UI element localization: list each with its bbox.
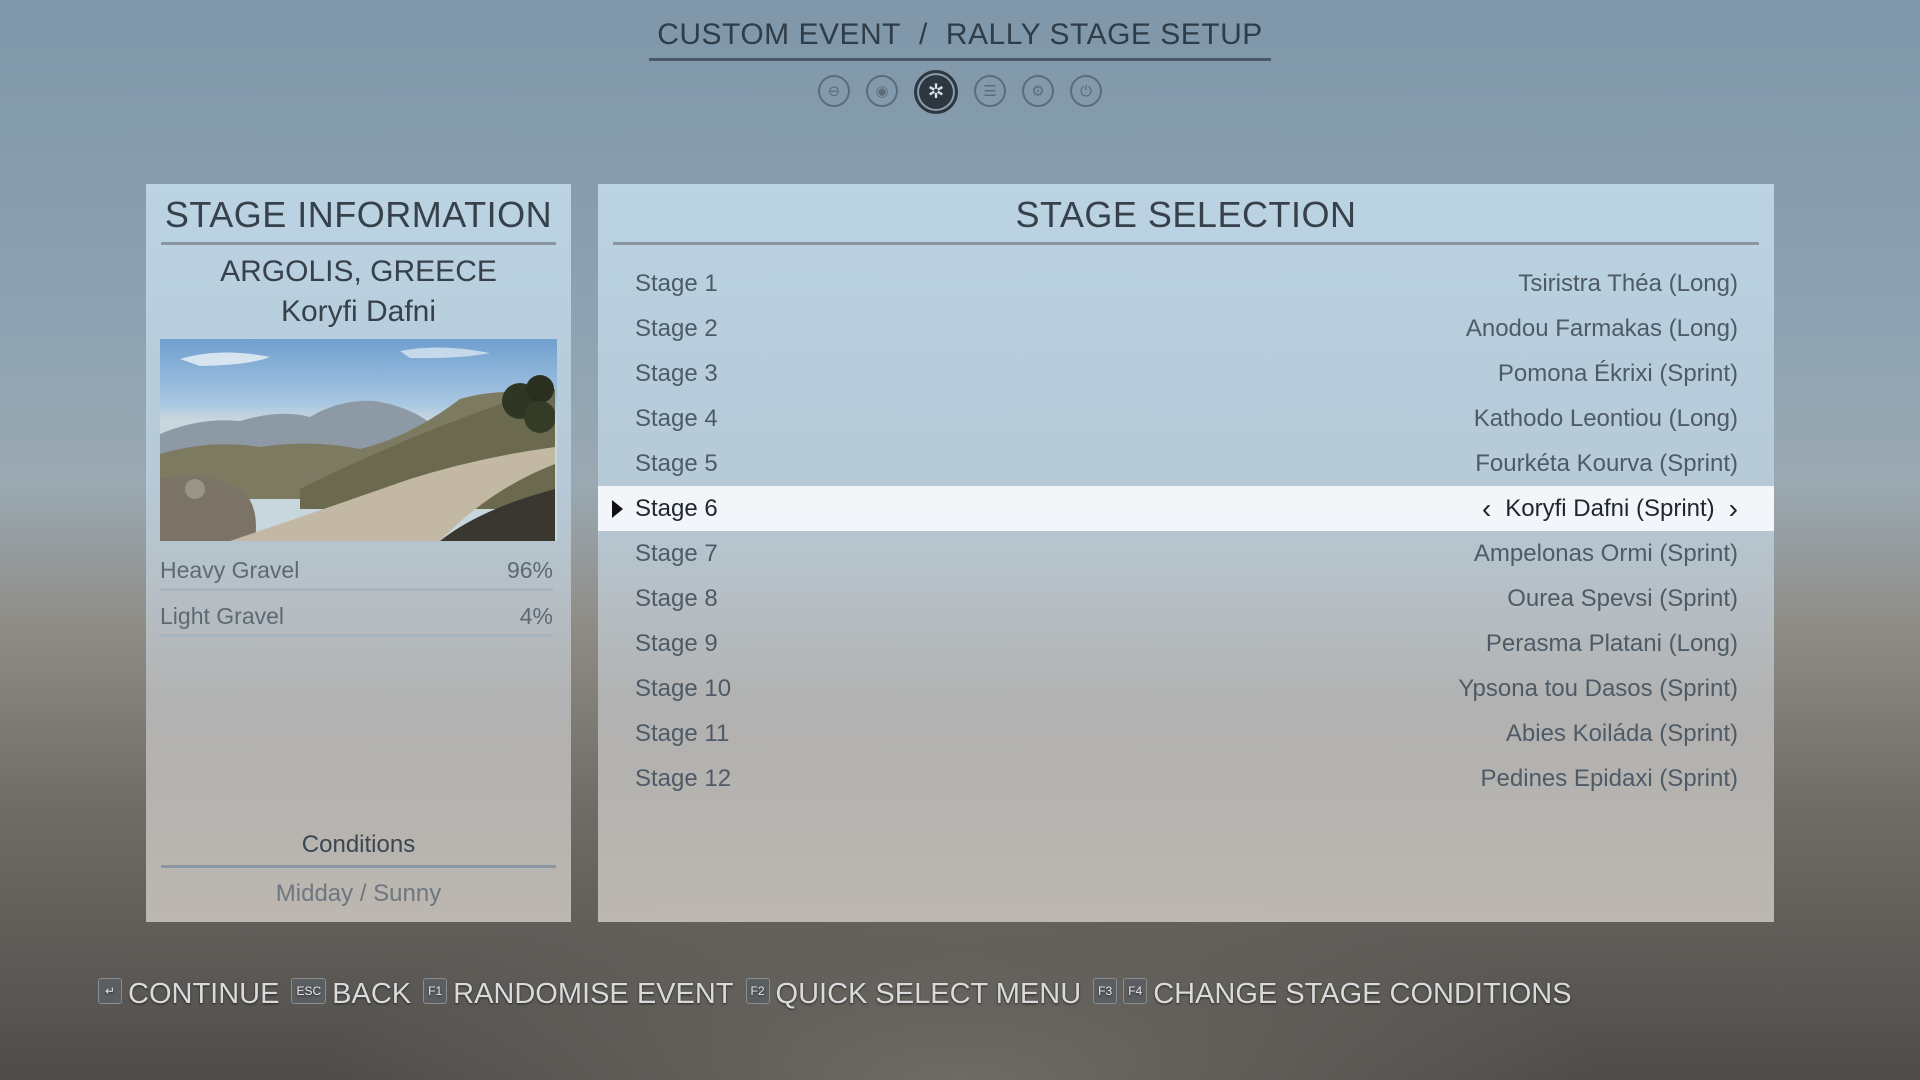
- prompt-label: QUICK SELECT MENU: [775, 978, 1082, 1010]
- footer-prompts: ↵ CONTINUE Esc BACK F1 RANDOMISE EVENT F2 QUICK…: [98, 977, 1584, 1011]
- prompt-label: CHANGE STAGE CONDITIONS: [1153, 978, 1572, 1010]
- stage-route-value: Ypsona tou Dasos (Sprint): [1458, 675, 1738, 703]
- stage-row[interactable]: Stage 4 Kathodo Leontiou (Long): [598, 396, 1774, 441]
- prompt-label: BACK: [332, 978, 412, 1010]
- stage-route-name: Koryfi Dafni (Sprint): [1505, 494, 1715, 522]
- chevron-right-icon[interactable]: ›: [1729, 494, 1738, 523]
- stage-list: Stage 1 Tsiristra Théa (Long) Stage 2 Anodo…: [598, 261, 1774, 801]
- stage-route-value[interactable]: ‹ Koryfi Dafni (Sprint) ›: [1482, 494, 1738, 523]
- title-left: CUSTOM EVENT: [657, 18, 902, 51]
- stage-row[interactable]: Stage 3 Pomona Ékrixi (Sprint): [598, 351, 1774, 396]
- stage-route-value: Kathodo Leontiou (Long): [1474, 405, 1738, 433]
- conditions-section: Conditions Midday / Sunny: [161, 831, 556, 908]
- stage-route-value: Ourea Spevsi (Sprint): [1507, 585, 1738, 613]
- surface-value: 4%: [519, 603, 553, 629]
- stage-route-value: Abies Koiláda (Sprint): [1506, 720, 1738, 748]
- stage-number: Stage 11: [635, 719, 730, 747]
- stage-route-name: Pedines Epidaxi (Sprint): [1480, 764, 1738, 792]
- stage-row[interactable]: Stage 5 Fourkéta Kourva (Sprint): [598, 441, 1774, 486]
- stage-number: Stage 9: [635, 629, 718, 657]
- stage-route-name: Anodou Farmakas (Long): [1465, 314, 1738, 342]
- stage-route-name: Fourkéta Kourva (Sprint): [1475, 449, 1738, 477]
- stage-route-value: Pomona Ékrixi (Sprint): [1498, 360, 1738, 388]
- stage-name: Koryfi Dafni: [280, 295, 437, 328]
- stage-row[interactable]: Stage 6 ‹ Koryfi Dafni (Sprint) ›: [598, 486, 1774, 531]
- stage-information-heading: STAGE INFORMATION: [161, 194, 556, 245]
- stage-preview-image: [160, 339, 557, 541]
- stage-row[interactable]: Stage 2 Anodou Farmakas (Long): [598, 306, 1774, 351]
- stage-row[interactable]: Stage 11 Abies Koiláda (Sprint): [598, 711, 1774, 756]
- prompt-quick-select-menu[interactable]: F2 QUICK SELECT MENU: [745, 977, 1082, 1011]
- stage-route-value: Anodou Farmakas (Long): [1466, 315, 1738, 343]
- key-icon: F2: [745, 977, 770, 1004]
- stage-route-value: Pedines Epidaxi (Sprint): [1481, 765, 1738, 793]
- stage-number: Stage 6: [635, 494, 718, 522]
- engine-icon[interactable]: ◉: [866, 75, 898, 107]
- car-icon[interactable]: ⊖: [818, 75, 850, 107]
- prompt-label: RANDOMISE EVENT: [453, 978, 734, 1010]
- stage-number: Stage 3: [635, 359, 718, 387]
- stage-route-name: Ourea Spevsi (Sprint): [1507, 584, 1738, 612]
- stage-number: Stage 7: [635, 539, 718, 567]
- prompt-back[interactable]: Esc BACK: [291, 977, 412, 1011]
- stage-route-name: Pomona Ékrixi (Sprint): [1497, 359, 1738, 387]
- surface-label: Heavy Gravel: [160, 557, 300, 583]
- stage-route-name: Perasma Platani (Long): [1485, 629, 1738, 657]
- stage-route-name: Tsiristra Théa (Long): [1518, 269, 1738, 297]
- stage-number: Stage 5: [635, 449, 718, 477]
- stage-route-value: Perasma Platani (Long): [1486, 630, 1738, 658]
- stage-route-name: Ypsona tou Dasos (Sprint): [1458, 674, 1738, 702]
- stage-number: Stage 2: [635, 314, 718, 342]
- surface-value: 96%: [506, 557, 553, 583]
- notes-icon[interactable]: ☰: [974, 75, 1006, 107]
- key-icon: Esc: [291, 977, 327, 1004]
- stage-number: Stage 12: [635, 764, 732, 792]
- prompt-change-stage-conditions[interactable]: F3 F4 CHANGE STAGE CONDITIONS: [1093, 977, 1572, 1011]
- conditions-value: Midday / Sunny: [275, 880, 442, 907]
- key-icon: F1: [423, 977, 448, 1004]
- chevron-left-icon[interactable]: ‹: [1482, 494, 1491, 523]
- stage-information-panel: STAGE INFORMATION ARGOLIS, GREECE Koryfi…: [146, 184, 571, 922]
- stage-number: Stage 1: [635, 269, 718, 297]
- stage-row[interactable]: Stage 7 Ampelonas Ormi (Sprint): [598, 531, 1774, 576]
- stage-route-value: Tsiristra Théa (Long): [1518, 270, 1738, 298]
- stage-row[interactable]: Stage 8 Ourea Spevsi (Sprint): [598, 576, 1774, 621]
- stage-row[interactable]: Stage 10 Ypsona tou Dasos (Sprint): [598, 666, 1774, 711]
- surface-row-heavy-gravel: Heavy Gravel 96%: [160, 557, 553, 591]
- conditions-label: Conditions: [161, 831, 556, 868]
- stage-row[interactable]: Stage 9 Perasma Platani (Long): [598, 621, 1774, 666]
- stage-row[interactable]: Stage 1 Tsiristra Théa (Long): [598, 261, 1774, 306]
- prompt-randomise-event[interactable]: F1 RANDOMISE EVENT: [423, 977, 734, 1011]
- stage-number: Stage 10: [635, 674, 732, 702]
- stage-number: Stage 8: [635, 584, 718, 612]
- selection-arrow-icon: [612, 500, 623, 518]
- key-icon: F4: [1123, 977, 1148, 1004]
- stage-row[interactable]: Stage 12 Pedines Epidaxi (Sprint): [598, 756, 1774, 801]
- stage-route-value: Fourkéta Kourva (Sprint): [1475, 450, 1738, 478]
- stage-location: ARGOLIS, GREECE: [220, 255, 497, 288]
- key-icon: F3: [1093, 977, 1118, 1004]
- surface-row-light-gravel: Light Gravel 4%: [160, 603, 553, 637]
- title-separator: /: [919, 18, 928, 51]
- prompt-continue[interactable]: ↵ CONTINUE: [98, 977, 280, 1011]
- key-icon: ↵: [98, 977, 122, 1004]
- stage-route-value: Ampelonas Ormi (Sprint): [1474, 540, 1738, 568]
- tuning-icon[interactable]: ⚙: [1022, 75, 1054, 107]
- surface-label: Light Gravel: [160, 603, 285, 629]
- tab-icons-bar: ⊖ ◉ ✲ ☰ ⚙ ⏻: [0, 70, 1920, 114]
- header: CUSTOM EVENT / RALLY STAGE SETUP: [0, 18, 1920, 61]
- stage-number: Stage 4: [635, 404, 718, 432]
- wheel-icon[interactable]: ✲: [914, 70, 958, 114]
- stage-route-name: Ampelonas Ormi (Sprint): [1473, 539, 1738, 567]
- stage-selection-heading: STAGE SELECTION: [613, 194, 1759, 245]
- stage-route-name: Kathodo Leontiou (Long): [1473, 404, 1738, 432]
- stage-selection-panel: STAGE SELECTION Stage 1 Tsiristra Théa (L…: [598, 184, 1774, 922]
- prompt-label: CONTINUE: [128, 978, 280, 1010]
- title-right: RALLY STAGE SETUP: [945, 18, 1263, 51]
- page-title: CUSTOM EVENT / RALLY STAGE SETUP: [649, 18, 1271, 61]
- power-icon[interactable]: ⏻: [1070, 75, 1102, 107]
- stage-route-name: Abies Koiláda (Sprint): [1505, 719, 1738, 747]
